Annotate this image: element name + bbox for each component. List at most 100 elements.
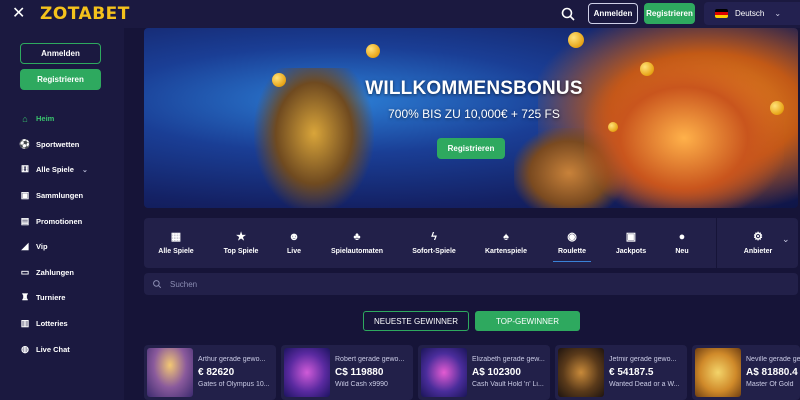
dice-icon: ⚅ bbox=[21, 164, 29, 175]
tab-label: Top Spiele bbox=[223, 248, 259, 255]
logo[interactable]: ZOTABET bbox=[40, 4, 130, 24]
sidebar-item-promotionen[interactable]: ▤ Promotionen bbox=[20, 208, 120, 234]
banner-register-button[interactable]: Registrieren bbox=[437, 138, 505, 159]
tab-spielautomaten[interactable]: ♣ Spielautomaten bbox=[324, 218, 390, 268]
sidebar-item-alle-spiele[interactable]: ⚅ Alle Spiele ⌄ bbox=[20, 157, 120, 183]
winner-name: Jetmir gerade gewo... bbox=[609, 356, 677, 363]
winner-name: Arthur gerade gewo... bbox=[198, 356, 266, 363]
tab-jackpots[interactable]: ▣ Jackpots bbox=[610, 218, 652, 268]
sidebar-item-live-chat[interactable]: ◍ Live Chat bbox=[20, 336, 120, 362]
sidebar-item-turniere[interactable]: ♜ Turniere bbox=[20, 285, 120, 311]
tab-top-spiele[interactable]: ★ Top Spiele bbox=[212, 218, 270, 268]
football-icon: ⚽ bbox=[19, 138, 31, 149]
winner-game: Gates of Olympus 10... bbox=[198, 381, 270, 388]
chevron-down-icon[interactable]: ⌄ bbox=[782, 234, 790, 245]
cards-icon: ♠ bbox=[503, 231, 509, 243]
tab-alle-spiele[interactable]: ▦ Alle Spiele bbox=[150, 218, 202, 268]
tab-label: Jackpots bbox=[615, 248, 647, 255]
language-label: Deutsch bbox=[735, 9, 765, 18]
jackpot-icon: ▣ bbox=[625, 231, 637, 243]
sidebar-item-heim[interactable]: ⌂ Heim bbox=[20, 106, 120, 132]
newest-winners-button[interactable]: NEUESTE GEWINNER bbox=[363, 311, 469, 331]
gift-icon: ▤ bbox=[20, 215, 30, 226]
sidebar-register-button[interactable]: Registrieren bbox=[20, 69, 101, 90]
chat-icon: ◍ bbox=[21, 343, 29, 354]
sidebar-item-label: Zahlungen bbox=[36, 267, 74, 277]
game-thumbnail bbox=[695, 348, 741, 397]
tab-label: Alle Spiele bbox=[158, 248, 194, 255]
sidebar-item-label: Sammlungen bbox=[36, 191, 84, 201]
winner-amount: A$ 81880.4 bbox=[746, 367, 798, 378]
ticket-icon: ▥ bbox=[20, 318, 30, 329]
game-categories-bar: ▦ Alle Spiele ★ Top Spiele ☻ Live ♣ Spie… bbox=[144, 218, 798, 268]
search-input[interactable] bbox=[170, 279, 770, 289]
winner-name: Neville gerade ge... bbox=[746, 356, 800, 363]
register-button[interactable]: Registrieren bbox=[644, 3, 695, 24]
winner-name: Robert gerade gewo... bbox=[335, 356, 405, 363]
winner-amount: € 82620 bbox=[198, 367, 235, 378]
grid-icon: ▦ bbox=[170, 231, 182, 243]
winner-card[interactable]: Robert gerade gewo... C$ 119880 Wild Cas… bbox=[281, 345, 413, 400]
sidebar-item-vip[interactable]: ◢ Vip bbox=[20, 234, 120, 260]
roulette-icon: ◉ bbox=[567, 231, 577, 243]
tab-neu[interactable]: ● Neu bbox=[668, 218, 696, 268]
welcome-bonus-banner[interactable]: WILLKOMMENSBONUS 700% BIS ZU 10,000€ + 7… bbox=[144, 28, 798, 208]
banner-title: WILLKOMMENSBONUS bbox=[365, 78, 583, 99]
winner-amount: A$ 102300 bbox=[472, 367, 521, 378]
provider-icon: ⚙ bbox=[753, 231, 763, 243]
star-icon: ★ bbox=[236, 231, 246, 243]
vip-icon: ◢ bbox=[21, 241, 29, 252]
winner-game: Wild Cash x9990 bbox=[335, 381, 388, 388]
winner-game: Master Of Gold bbox=[746, 381, 794, 388]
winner-card[interactable]: Arthur gerade gewo... € 82620 Gates of O… bbox=[144, 345, 276, 400]
game-thumbnail bbox=[421, 348, 467, 397]
coin-icon bbox=[640, 62, 654, 76]
language-selector[interactable]: Deutsch ⌄ bbox=[704, 2, 800, 25]
sidebar-item-sammlungen[interactable]: ▣ Sammlungen bbox=[20, 183, 120, 209]
collection-icon: ▣ bbox=[20, 190, 30, 201]
chevron-down-icon: ⌄ bbox=[81, 166, 88, 174]
top-bar: ✕ ZOTABET Anmelden Registrieren Deutsch … bbox=[0, 0, 800, 28]
sidebar-item-sportwetten[interactable]: ⚽ Sportwetten bbox=[19, 132, 120, 158]
coin-icon bbox=[272, 73, 286, 87]
coin-icon bbox=[568, 32, 584, 48]
winner-game: Wanted Dead or a W... bbox=[609, 381, 680, 388]
sidebar-login-button[interactable]: Anmelden bbox=[20, 43, 101, 64]
tab-label: Spielautomaten bbox=[330, 248, 384, 255]
tab-label: Anbieter bbox=[743, 248, 773, 255]
new-icon: ● bbox=[678, 231, 686, 243]
sidebar-item-label: Promotionen bbox=[36, 216, 83, 226]
tab-label: Kartenspiele bbox=[484, 248, 528, 255]
game-thumbnail bbox=[558, 348, 604, 397]
sidebar-item-lotteries[interactable]: ▥ Lotteries bbox=[20, 311, 120, 337]
winner-card[interactable]: Jetmir gerade gewo... € 54187.5 Wanted D… bbox=[555, 345, 687, 400]
lightning-icon: ϟ bbox=[431, 231, 437, 243]
login-button[interactable]: Anmelden bbox=[588, 3, 638, 24]
tab-label: Neu bbox=[675, 248, 689, 255]
winners-list: Arthur gerade gewo... € 82620 Gates of O… bbox=[144, 345, 800, 400]
sidebar-item-label: Live Chat bbox=[36, 344, 70, 354]
tab-anbieter[interactable]: ⚙ Anbieter bbox=[738, 218, 778, 268]
sidebar-item-label: Turniere bbox=[36, 293, 66, 303]
sidebar-item-label: Heim bbox=[36, 114, 55, 124]
tab-roulette[interactable]: ◉ Roulette bbox=[548, 218, 596, 268]
tab-kartenspiele[interactable]: ♠ Kartenspiele bbox=[480, 218, 532, 268]
divider bbox=[716, 218, 717, 268]
cherry-icon: ♣ bbox=[353, 231, 361, 243]
coin-icon bbox=[366, 44, 380, 58]
winner-card[interactable]: Neville gerade ge... A$ 81880.4 Master O… bbox=[692, 345, 800, 400]
search-icon[interactable] bbox=[560, 6, 576, 22]
close-icon[interactable]: ✕ bbox=[12, 6, 28, 22]
top-winners-button[interactable]: TOP-GEWINNER bbox=[475, 311, 580, 331]
winner-game: Cash Vault Hold 'n' Li... bbox=[472, 381, 544, 388]
sidebar-item-label: Vip bbox=[36, 242, 48, 252]
game-thumbnail bbox=[284, 348, 330, 397]
winner-card[interactable]: Elizabeth gerade gew... A$ 102300 Cash V… bbox=[418, 345, 550, 400]
trophy-icon: ♜ bbox=[20, 292, 30, 303]
sidebar-item-zahlungen[interactable]: ▭ Zahlungen bbox=[20, 260, 120, 286]
sidebar-item-label: Alle Spiele bbox=[36, 165, 74, 175]
tab-sofort-spiele[interactable]: ϟ Sofort-Spiele bbox=[406, 218, 462, 268]
tab-live[interactable]: ☻ Live bbox=[278, 218, 310, 268]
sidebar-item-label: Lotteries bbox=[36, 319, 68, 329]
banner-subtitle: 700% BIS ZU 10,000€ + 725 FS bbox=[388, 107, 560, 121]
